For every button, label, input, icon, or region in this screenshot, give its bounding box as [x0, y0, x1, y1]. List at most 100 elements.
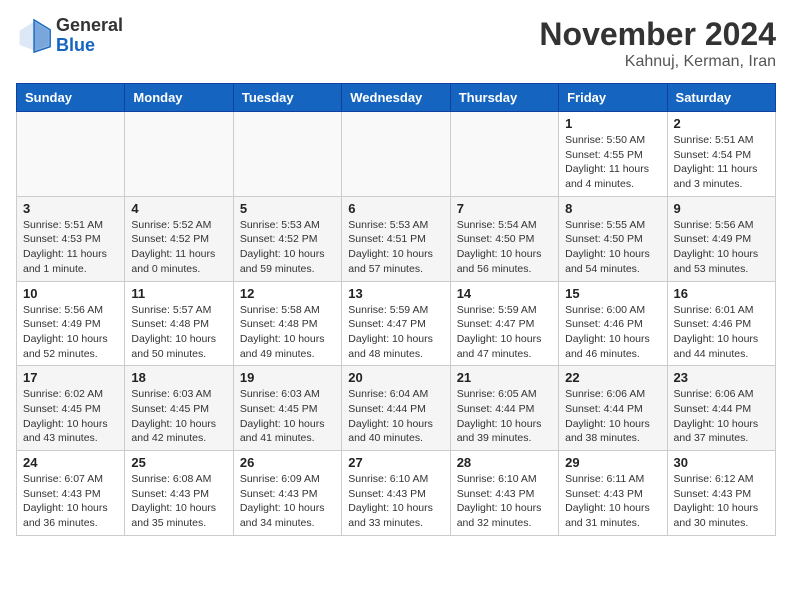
calendar-day-cell: 27 Sunrise: 6:10 AM Sunset: 4:43 PM Dayli… — [342, 451, 450, 536]
logo-text: General Blue — [56, 16, 123, 56]
day-number: 11 — [131, 286, 226, 301]
logo-icon — [16, 18, 52, 54]
calendar-day-cell: 11 Sunrise: 5:57 AM Sunset: 4:48 PM Dayli… — [125, 281, 233, 366]
calendar-day-cell — [342, 112, 450, 197]
calendar-day-cell: 30 Sunrise: 6:12 AM Sunset: 4:43 PM Dayli… — [667, 451, 775, 536]
day-number: 8 — [565, 201, 660, 216]
calendar-day-cell: 23Sunrise: 6:06 AM Sunset: 4:44 PM Dayli… — [667, 366, 775, 451]
calendar-day-cell: 20Sunrise: 6:04 AM Sunset: 4:44 PM Dayli… — [342, 366, 450, 451]
day-info: Sunrise: 6:08 AM Sunset: 4:43 PM Dayligh… — [131, 472, 226, 531]
weekday-header: Sunday — [17, 84, 125, 112]
day-info: Sunrise: 5:54 AM Sunset: 4:50 PM Dayligh… — [457, 218, 552, 277]
day-number: 13 — [348, 286, 443, 301]
day-number: 28 — [457, 455, 552, 470]
calendar-day-cell: 8Sunrise: 5:55 AM Sunset: 4:50 PM Daylig… — [559, 196, 667, 281]
weekday-header: Friday — [559, 84, 667, 112]
day-info: Sunrise: 5:50 AM Sunset: 4:55 PM Dayligh… — [565, 133, 660, 192]
calendar-day-cell: 4Sunrise: 5:52 AM Sunset: 4:52 PM Daylig… — [125, 196, 233, 281]
day-info: Sunrise: 6:05 AM Sunset: 4:44 PM Dayligh… — [457, 387, 552, 446]
day-number: 23 — [674, 370, 769, 385]
calendar-day-cell: 3Sunrise: 5:51 AM Sunset: 4:53 PM Daylig… — [17, 196, 125, 281]
calendar-day-cell: 25 Sunrise: 6:08 AM Sunset: 4:43 PM Dayli… — [125, 451, 233, 536]
day-number: 22 — [565, 370, 660, 385]
calendar-day-cell: 7 Sunrise: 5:54 AM Sunset: 4:50 PM Daylig… — [450, 196, 558, 281]
day-info: Sunrise: 6:10 AM Sunset: 4:43 PM Dayligh… — [348, 472, 443, 531]
day-number: 25 — [131, 455, 226, 470]
calendar-day-cell: 1 Sunrise: 5:50 AM Sunset: 4:55 PM Daylig… — [559, 112, 667, 197]
day-number: 9 — [674, 201, 769, 216]
day-info: Sunrise: 6:06 AM Sunset: 4:44 PM Dayligh… — [565, 387, 660, 446]
day-number: 2 — [674, 116, 769, 131]
calendar-body: 1 Sunrise: 5:50 AM Sunset: 4:55 PM Daylig… — [17, 112, 776, 536]
day-number: 7 — [457, 201, 552, 216]
day-number: 4 — [131, 201, 226, 216]
day-info: Sunrise: 6:11 AM Sunset: 4:43 PM Dayligh… — [565, 472, 660, 531]
day-info: Sunrise: 6:07 AM Sunset: 4:43 PM Dayligh… — [23, 472, 118, 531]
weekday-header: Saturday — [667, 84, 775, 112]
calendar-day-cell: 17 Sunrise: 6:02 AM Sunset: 4:45 PM Dayli… — [17, 366, 125, 451]
day-number: 1 — [565, 116, 660, 131]
day-number: 15 — [565, 286, 660, 301]
calendar-day-cell: 16 Sunrise: 6:01 AM Sunset: 4:46 PM Dayli… — [667, 281, 775, 366]
day-info: Sunrise: 6:04 AM Sunset: 4:44 PM Dayligh… — [348, 387, 443, 446]
calendar-day-cell: 26Sunrise: 6:09 AM Sunset: 4:43 PM Dayli… — [233, 451, 341, 536]
day-info: Sunrise: 6:12 AM Sunset: 4:43 PM Dayligh… — [674, 472, 769, 531]
calendar-day-cell — [233, 112, 341, 197]
weekday-row: SundayMondayTuesdayWednesdayThursdayFrid… — [17, 84, 776, 112]
day-number: 30 — [674, 455, 769, 470]
month-title: November 2024 — [539, 16, 776, 53]
calendar-day-cell: 12Sunrise: 5:58 AM Sunset: 4:48 PM Dayli… — [233, 281, 341, 366]
day-info: Sunrise: 6:02 AM Sunset: 4:45 PM Dayligh… — [23, 387, 118, 446]
day-number: 29 — [565, 455, 660, 470]
day-number: 14 — [457, 286, 552, 301]
calendar-day-cell: 14 Sunrise: 5:59 AM Sunset: 4:47 PM Dayli… — [450, 281, 558, 366]
calendar-week-row: 10Sunrise: 5:56 AM Sunset: 4:49 PM Dayli… — [17, 281, 776, 366]
day-info: Sunrise: 5:57 AM Sunset: 4:48 PM Dayligh… — [131, 303, 226, 362]
day-info: Sunrise: 5:51 AM Sunset: 4:53 PM Dayligh… — [23, 218, 118, 277]
day-info: Sunrise: 5:53 AM Sunset: 4:51 PM Dayligh… — [348, 218, 443, 277]
day-info: Sunrise: 5:59 AM Sunset: 4:47 PM Dayligh… — [348, 303, 443, 362]
day-number: 17 — [23, 370, 118, 385]
day-number: 16 — [674, 286, 769, 301]
day-info: Sunrise: 5:56 AM Sunset: 4:49 PM Dayligh… — [674, 218, 769, 277]
day-info: Sunrise: 6:03 AM Sunset: 4:45 PM Dayligh… — [240, 387, 335, 446]
logo: General Blue — [16, 16, 123, 56]
day-info: Sunrise: 6:10 AM Sunset: 4:43 PM Dayligh… — [457, 472, 552, 531]
day-number: 12 — [240, 286, 335, 301]
calendar-day-cell: 15 Sunrise: 6:00 AM Sunset: 4:46 PM Dayli… — [559, 281, 667, 366]
calendar-day-cell: 9 Sunrise: 5:56 AM Sunset: 4:49 PM Daylig… — [667, 196, 775, 281]
day-number: 6 — [348, 201, 443, 216]
calendar-day-cell — [17, 112, 125, 197]
calendar-day-cell: 18Sunrise: 6:03 AM Sunset: 4:45 PM Dayli… — [125, 366, 233, 451]
day-info: Sunrise: 6:01 AM Sunset: 4:46 PM Dayligh… — [674, 303, 769, 362]
day-info: Sunrise: 5:56 AM Sunset: 4:49 PM Dayligh… — [23, 303, 118, 362]
logo-general: General — [56, 15, 123, 35]
calendar-day-cell: 5 Sunrise: 5:53 AM Sunset: 4:52 PM Daylig… — [233, 196, 341, 281]
day-info: Sunrise: 5:59 AM Sunset: 4:47 PM Dayligh… — [457, 303, 552, 362]
calendar-day-cell: 2 Sunrise: 5:51 AM Sunset: 4:54 PM Daylig… — [667, 112, 775, 197]
day-info: Sunrise: 5:53 AM Sunset: 4:52 PM Dayligh… — [240, 218, 335, 277]
calendar-header: SundayMondayTuesdayWednesdayThursdayFrid… — [17, 84, 776, 112]
calendar-day-cell: 21Sunrise: 6:05 AM Sunset: 4:44 PM Dayli… — [450, 366, 558, 451]
calendar-table: SundayMondayTuesdayWednesdayThursdayFrid… — [16, 83, 776, 536]
calendar-day-cell: 29 Sunrise: 6:11 AM Sunset: 4:43 PM Dayli… — [559, 451, 667, 536]
day-info: Sunrise: 6:09 AM Sunset: 4:43 PM Dayligh… — [240, 472, 335, 531]
day-number: 18 — [131, 370, 226, 385]
calendar-week-row: 17 Sunrise: 6:02 AM Sunset: 4:45 PM Dayli… — [17, 366, 776, 451]
logo-blue: Blue — [56, 35, 95, 55]
calendar-week-row: 1 Sunrise: 5:50 AM Sunset: 4:55 PM Daylig… — [17, 112, 776, 197]
day-info: Sunrise: 6:00 AM Sunset: 4:46 PM Dayligh… — [565, 303, 660, 362]
calendar-day-cell: 10Sunrise: 5:56 AM Sunset: 4:49 PM Dayli… — [17, 281, 125, 366]
day-number: 27 — [348, 455, 443, 470]
page-header: General Blue November 2024 Kahnuj, Kerma… — [16, 16, 776, 71]
calendar-day-cell: 28 Sunrise: 6:10 AM Sunset: 4:43 PM Dayli… — [450, 451, 558, 536]
day-info: Sunrise: 5:51 AM Sunset: 4:54 PM Dayligh… — [674, 133, 769, 192]
day-number: 19 — [240, 370, 335, 385]
title-block: November 2024 Kahnuj, Kerman, Iran — [539, 16, 776, 71]
calendar-day-cell: 22 Sunrise: 6:06 AM Sunset: 4:44 PM Dayli… — [559, 366, 667, 451]
calendar-week-row: 24 Sunrise: 6:07 AM Sunset: 4:43 PM Dayli… — [17, 451, 776, 536]
calendar-day-cell: 19 Sunrise: 6:03 AM Sunset: 4:45 PM Dayli… — [233, 366, 341, 451]
day-number: 24 — [23, 455, 118, 470]
day-number: 5 — [240, 201, 335, 216]
calendar-day-cell — [125, 112, 233, 197]
